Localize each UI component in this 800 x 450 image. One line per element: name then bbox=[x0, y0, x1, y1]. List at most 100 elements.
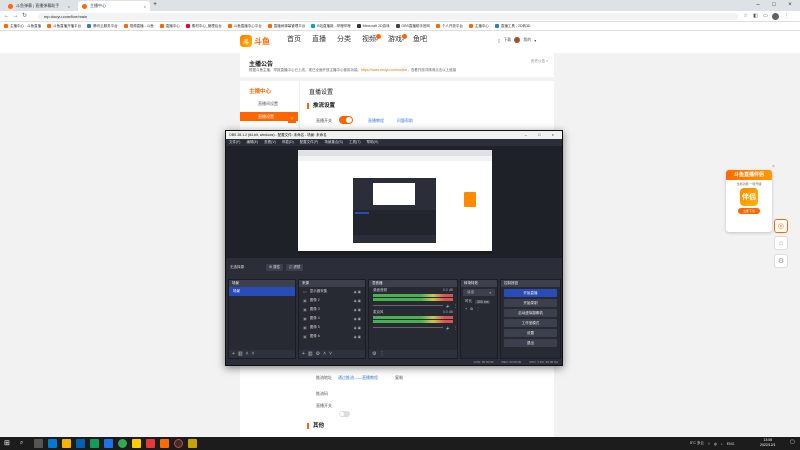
reload-icon[interactable]: ↻ bbox=[20, 11, 29, 22]
app-icon[interactable] bbox=[132, 439, 141, 448]
bookmark-item[interactable]: 腾讯云服务平台 bbox=[87, 24, 118, 29]
obs-source-item[interactable]: ▭ 显示器采集 ◉ ▣ bbox=[299, 287, 365, 296]
extensions-puzzle-icon[interactable]: ◧ bbox=[752, 12, 759, 20]
back-icon[interactable]: ← bbox=[2, 11, 11, 22]
nav-category[interactable]: 分类 bbox=[337, 33, 351, 47]
avatar[interactable] bbox=[514, 37, 521, 43]
start-streaming-button[interactable]: 开始直播 bbox=[504, 289, 557, 297]
tab-close-icon[interactable]: × bbox=[144, 4, 146, 9]
gear-icon[interactable]: ⚙ bbox=[470, 307, 473, 311]
weather-widget[interactable]: 8°C 多云 bbox=[690, 441, 704, 446]
obs-preview-area[interactable] bbox=[226, 146, 562, 258]
visibility-lock-icon[interactable]: ◉ ▣ bbox=[354, 299, 365, 303]
live-switch-toggle[interactable] bbox=[339, 411, 350, 417]
obs-menu-view[interactable]: 查看(V) bbox=[264, 140, 276, 145]
obs-source-item[interactable]: ▣ 图像 2 ◉ ▣ bbox=[299, 296, 365, 305]
close-window-icon[interactable]: × bbox=[782, 0, 798, 10]
split-view-icon[interactable]: ▭ bbox=[762, 12, 769, 20]
app-icon[interactable] bbox=[146, 439, 155, 448]
studio-mode-button[interactable]: 工作室模式 bbox=[504, 319, 557, 327]
app-icon[interactable] bbox=[104, 439, 113, 448]
add-icon[interactable]: + bbox=[302, 351, 305, 357]
maximize-icon[interactable]: □ bbox=[766, 0, 782, 10]
obs-menu-scene-collection[interactable]: 场景集合(S) bbox=[324, 140, 343, 145]
move-down-icon[interactable]: ˅ bbox=[252, 351, 255, 357]
obs-menu-dock[interactable]: 停靠(D) bbox=[282, 140, 294, 145]
chevron-down-icon[interactable]: ▾ bbox=[534, 38, 536, 43]
chevron-up-icon[interactable]: ˄ bbox=[708, 442, 710, 446]
visibility-lock-icon[interactable]: ◉ ▣ bbox=[354, 335, 365, 339]
target-icon[interactable]: ◎ bbox=[774, 219, 788, 233]
bookmark-item[interactable]: OBS直播助手官网 bbox=[395, 24, 430, 29]
obs-source-item[interactable]: ▣ 图像 3 ◉ ▣ bbox=[299, 305, 365, 314]
bookmark-item[interactable]: 直播中心 bbox=[159, 24, 180, 29]
bookmark-item[interactable]: 视频直播 - 斗鱼 bbox=[123, 24, 154, 29]
move-up-icon[interactable]: ˄ bbox=[246, 351, 249, 357]
download-icon[interactable]: ▯ bbox=[498, 38, 500, 43]
app-icon[interactable] bbox=[188, 439, 197, 448]
url-input[interactable]: mp.douyu.com/live/main bbox=[38, 13, 738, 20]
exit-button[interactable]: 退出 bbox=[504, 339, 557, 347]
obs-title-bar[interactable]: OBS 28.1.2 (64-bit, windows) - 配置文件: 未命名… bbox=[226, 131, 562, 139]
nav-fishbar[interactable]: 鱼吧 bbox=[413, 33, 427, 47]
stream-url-link[interactable]: 通过推流——直播教程 bbox=[338, 375, 378, 381]
obs-window-controls-icon[interactable]: – □ × bbox=[525, 131, 559, 139]
obs-properties-button[interactable]: ⚙ 属性 bbox=[266, 263, 284, 271]
nav-home[interactable]: 首页 bbox=[287, 33, 301, 47]
file-explorer-icon[interactable] bbox=[62, 439, 71, 448]
browser-menu-icon[interactable]: ⋮ bbox=[783, 12, 790, 20]
announcement-link[interactable]: https://www.douyu.com/notice bbox=[361, 68, 407, 72]
obs-app-icon[interactable] bbox=[174, 439, 183, 448]
bookmark-item[interactable]: 斗鱼直播开播平台 bbox=[47, 24, 81, 29]
visibility-lock-icon[interactable]: ◉ ▣ bbox=[354, 308, 365, 312]
windows-start-icon[interactable]: ⊞ bbox=[4, 439, 13, 448]
nav-live[interactable]: 直播 bbox=[312, 33, 326, 47]
obs-source-item[interactable]: ▣ 图像 6 ◉ ▣ bbox=[299, 332, 365, 341]
bookmark-item[interactable]: 直播间弹幕管理平台 bbox=[267, 24, 305, 29]
obs-scene-item[interactable]: 场景 bbox=[229, 287, 295, 296]
nav-game[interactable]: 游戏▾ bbox=[388, 33, 408, 47]
language-indicator[interactable]: ENG bbox=[727, 442, 735, 446]
visibility-lock-icon[interactable]: ◉ ▣ bbox=[354, 290, 365, 294]
bookmark-item[interactable]: 主播中心 bbox=[468, 24, 489, 29]
obs-window[interactable]: OBS 28.1.2 (64-bit, windows) - 配置文件: 未命名… bbox=[225, 130, 563, 366]
system-clock[interactable]: 13:06 2022/12/1 bbox=[760, 438, 776, 448]
start-recording-button[interactable]: 开始录制 bbox=[504, 299, 557, 307]
douyu-app-icon[interactable] bbox=[160, 439, 169, 448]
obs-source-item[interactable]: ▣ 图像 4 ◉ ▣ bbox=[299, 314, 365, 323]
promo-download-button[interactable]: 立即下载 bbox=[738, 208, 760, 214]
tutorial-link[interactable]: 直播教程 bbox=[368, 118, 384, 124]
volume-slider[interactable] bbox=[373, 305, 444, 306]
search-icon[interactable]: ⌕ bbox=[20, 439, 29, 448]
copy-button[interactable]: 复制 bbox=[395, 375, 403, 381]
bookmark-item[interactable]: B站直播姬 - 哔哩哔哩 bbox=[311, 24, 351, 29]
trash-icon[interactable]: ▥ bbox=[238, 351, 243, 357]
task-view-icon[interactable] bbox=[34, 439, 43, 448]
volume-icon[interactable]: ♪ bbox=[721, 442, 723, 446]
move-down-icon[interactable]: ˅ bbox=[329, 351, 332, 357]
profile-avatar-icon[interactable] bbox=[772, 13, 779, 20]
virtual-camera-button[interactable]: 启动虚拟摄像机 bbox=[504, 309, 557, 317]
more-icon[interactable]: ⋮ bbox=[476, 307, 480, 311]
obs-filters-button[interactable]: ◫ 滤镜 bbox=[286, 263, 304, 271]
more-icon[interactable]: ⋮ bbox=[379, 351, 384, 357]
bookmark-item[interactable]: Minecraft 2D游戏 bbox=[356, 24, 390, 29]
obs-source-item[interactable]: ▣ 图像 5 ◉ ▣ bbox=[299, 323, 365, 332]
transition-select[interactable]: 淡出 ▾ bbox=[463, 289, 495, 296]
gear-icon[interactable]: ⋮ bbox=[454, 326, 458, 330]
bookmark-item[interactable]: 主播中心 - 斗鱼直播 bbox=[4, 24, 41, 29]
obs-menu-file[interactable]: 文件(F) bbox=[229, 140, 240, 145]
edge-icon[interactable] bbox=[48, 439, 57, 448]
volume-slider[interactable] bbox=[373, 327, 444, 328]
sidebar-item-room-settings[interactable]: 直播间设置 bbox=[240, 99, 298, 108]
obs-menu-tools[interactable]: 工具(T) bbox=[349, 140, 360, 145]
store-icon[interactable] bbox=[76, 439, 85, 448]
obs-menu-help[interactable]: 帮助(H) bbox=[367, 140, 379, 145]
history-announcements-link[interactable]: 历史公告 > bbox=[531, 59, 548, 64]
visibility-lock-icon[interactable]: ◉ ▣ bbox=[354, 317, 365, 321]
nav-video[interactable]: 视频▾ bbox=[362, 33, 382, 47]
bookmark-item[interactable]: 个人开放平台 bbox=[435, 24, 463, 29]
add-icon[interactable]: + bbox=[232, 351, 235, 357]
extension-icon[interactable]: ☆ bbox=[742, 12, 749, 20]
add-icon[interactable]: + bbox=[465, 307, 467, 311]
